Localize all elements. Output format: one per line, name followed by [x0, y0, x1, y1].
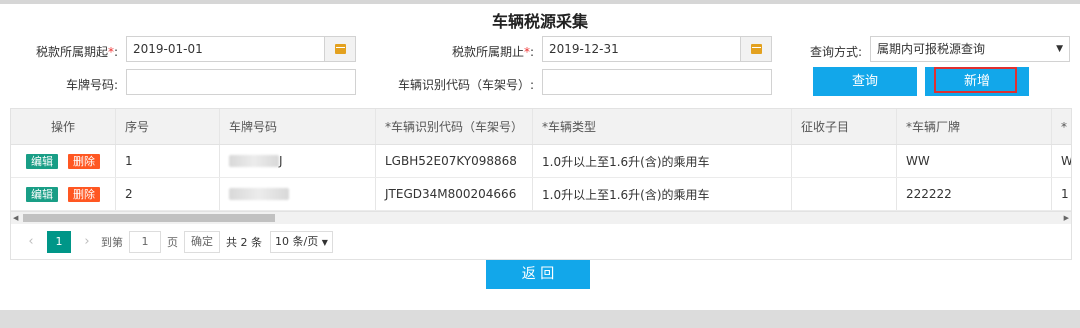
page-current[interactable]: 1 — [47, 230, 71, 253]
goto-confirm-button[interactable]: 确定 — [184, 230, 220, 253]
chevron-right-icon[interactable]: › — [77, 234, 97, 249]
back-button[interactable]: 返 回 — [486, 260, 590, 289]
row-vin: JTEGD34M800204666 — [376, 178, 533, 210]
period-end-value: 2019-12-31 — [549, 42, 619, 56]
page-size-select[interactable]: 10 条/页 ▼ — [270, 230, 333, 253]
goto-label: 到第 — [101, 235, 123, 249]
vin-label: 车辆识别代码（车架号）: — [397, 78, 534, 92]
header-seq: 序号 — [116, 109, 220, 144]
header-actions: 操作 — [11, 109, 116, 144]
table-row: 编辑 删除 2 JTEGD34M800204666 1.0升以上至1.6升(含)… — [11, 178, 1071, 211]
row-subitem — [792, 145, 897, 177]
period-start-field[interactable]: 2019-01-01 — [126, 36, 356, 62]
row-seq: 1 — [116, 145, 220, 177]
table-header: 操作 序号 车牌号码 *车辆识别代码（车架号） *车辆类型 征收子目 *车辆厂牌… — [11, 109, 1071, 145]
scroll-left-icon[interactable]: ◀ — [13, 212, 18, 224]
edit-button[interactable]: 编辑 — [26, 186, 58, 202]
highlight-box — [934, 67, 1017, 93]
calendar-icon — [334, 44, 346, 54]
delete-button[interactable]: 删除 — [68, 186, 100, 202]
period-end-label: 税款所属期止*: — [451, 45, 534, 59]
goto-page-input[interactable]: 1 — [129, 230, 161, 253]
header-vin: *车辆识别代码（车架号） — [376, 109, 533, 144]
chevron-left-icon[interactable]: ‹ — [21, 234, 41, 249]
row-seq: 2 — [116, 178, 220, 210]
row-brand: WW — [897, 145, 1052, 177]
calendar-icon — [750, 44, 762, 54]
row-brand: 222222 — [897, 178, 1052, 210]
vehicle-table: 操作 序号 车牌号码 *车辆识别代码（车架号） *车辆类型 征收子目 *车辆厂牌… — [10, 108, 1072, 260]
header-subitem: 征收子目 — [792, 109, 897, 144]
period-end-field[interactable]: 2019-12-31 — [542, 36, 772, 62]
query-mode-label: 查询方式: — [809, 45, 862, 59]
row-subitem — [792, 178, 897, 210]
row-extra: W — [1061, 154, 1072, 168]
calendar-button[interactable] — [324, 37, 355, 61]
query-mode-select[interactable]: 属期内可报税源查询 ▼ — [870, 36, 1070, 62]
page-size-value: 10 条/页 — [275, 234, 319, 248]
calendar-button[interactable] — [740, 37, 771, 61]
row-type: 1.0升以上至1.6升(含)的乘用车 — [533, 178, 792, 210]
plate-tail: J — [279, 154, 283, 168]
horizontal-scrollbar[interactable]: ◀ ▶ — [11, 211, 1071, 224]
row-actions: 编辑 删除 — [11, 145, 116, 177]
period-start-value: 2019-01-01 — [133, 42, 203, 56]
page-title: 车辆税源采集 — [491, 12, 588, 31]
edit-button[interactable]: 编辑 — [26, 153, 58, 169]
blurred-plate — [229, 155, 279, 167]
header-type: *车辆类型 — [533, 109, 792, 144]
chevron-down-icon: ▼ — [1056, 44, 1063, 54]
header-extra: * — [1061, 119, 1067, 134]
table-row: 编辑 删除 1 J LGBH52E07KY098868 1.0升以上至1.6升(… — [11, 145, 1071, 178]
row-vin: LGBH52E07KY098868 — [376, 145, 533, 177]
plate-label: 车牌号码: — [65, 78, 118, 92]
pagination: ‹ 1 › 到第 1 页 确定 共 2 条 10 条/页 ▼ — [11, 224, 1071, 259]
blurred-plate — [229, 188, 289, 200]
total-count: 共 2 条 — [226, 235, 262, 249]
period-start-label: 税款所属期起*: — [35, 45, 118, 59]
vin-input[interactable] — [542, 69, 772, 95]
chevron-down-icon: ▼ — [321, 237, 328, 247]
query-mode-value: 属期内可报税源查询 — [877, 42, 986, 56]
row-plate: J — [220, 145, 376, 177]
header-plate: 车牌号码 — [220, 109, 376, 144]
query-button[interactable]: 查询 — [813, 67, 917, 96]
row-plate — [220, 178, 376, 210]
bottom-strip — [0, 310, 1080, 328]
row-actions: 编辑 删除 — [11, 178, 116, 210]
scrollbar-thumb[interactable] — [23, 214, 275, 222]
plate-input[interactable] — [126, 69, 356, 95]
row-type: 1.0升以上至1.6升(含)的乘用车 — [533, 145, 792, 177]
page-unit-label: 页 — [167, 235, 178, 249]
header-brand: *车辆厂牌 — [897, 109, 1052, 144]
delete-button[interactable]: 删除 — [68, 153, 100, 169]
scroll-right-icon[interactable]: ▶ — [1064, 212, 1069, 224]
row-extra: 1 — [1061, 187, 1069, 201]
